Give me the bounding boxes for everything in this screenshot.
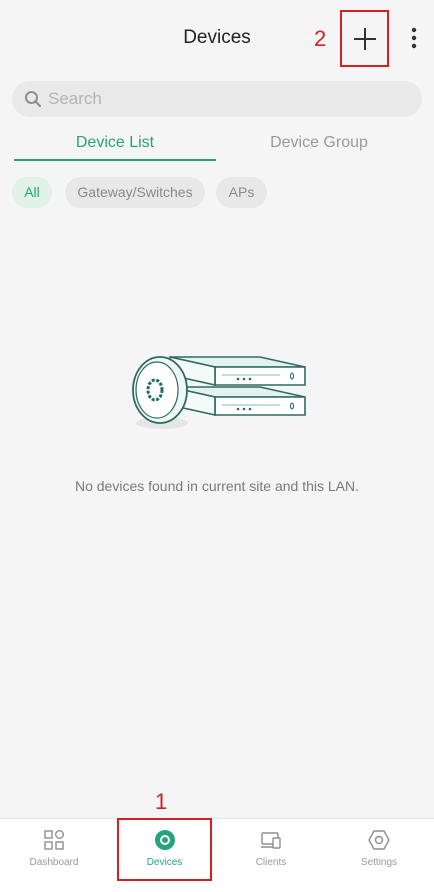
top-app-bar: Devices 2 xyxy=(0,0,434,72)
filter-chip-gateway-switches[interactable]: Gateway/Switches xyxy=(65,177,205,208)
nav-item-devices[interactable]: Devices xyxy=(117,818,212,881)
bottom-navigation: Dashboard Devices Clients Settings xyxy=(0,818,434,892)
filter-chip-aps[interactable]: APs xyxy=(216,177,267,208)
nav-label-clients: Clients xyxy=(255,857,287,868)
tab-device-group[interactable]: Device Group xyxy=(218,125,420,159)
devices-icon xyxy=(154,830,175,850)
nav-label-dashboard: Dashboard xyxy=(29,857,79,868)
annotation-step-two: 2 xyxy=(314,26,327,51)
filter-chip-all[interactable]: All xyxy=(12,177,52,208)
clients-icon xyxy=(261,832,281,849)
nav-label-devices: Devices xyxy=(146,857,183,868)
nav-item-clients[interactable]: Clients xyxy=(217,819,325,891)
vertical-dots-icon xyxy=(411,27,417,49)
device-tabs: Device List Device Group xyxy=(0,125,434,161)
more-options-button[interactable] xyxy=(404,26,424,50)
search-input[interactable]: Search xyxy=(12,81,422,117)
search-placeholder: Search xyxy=(48,89,102,108)
dashboard-icon xyxy=(44,830,64,850)
add-device-button[interactable] xyxy=(340,10,389,67)
empty-state-message: No devices found in current site and thi… xyxy=(74,478,360,494)
nav-label-settings: Settings xyxy=(360,857,398,868)
search-icon xyxy=(25,91,42,108)
tab-device-list[interactable]: Device List xyxy=(14,125,216,161)
annotation-step-one: 1 xyxy=(155,789,168,814)
plus-icon xyxy=(353,27,376,50)
device-type-filters: All Gateway/Switches APs xyxy=(0,177,434,209)
settings-icon xyxy=(368,830,390,850)
nav-item-dashboard[interactable]: Dashboard xyxy=(0,819,108,891)
devices-illustration xyxy=(132,356,306,429)
nav-item-settings[interactable]: Settings xyxy=(325,819,433,891)
